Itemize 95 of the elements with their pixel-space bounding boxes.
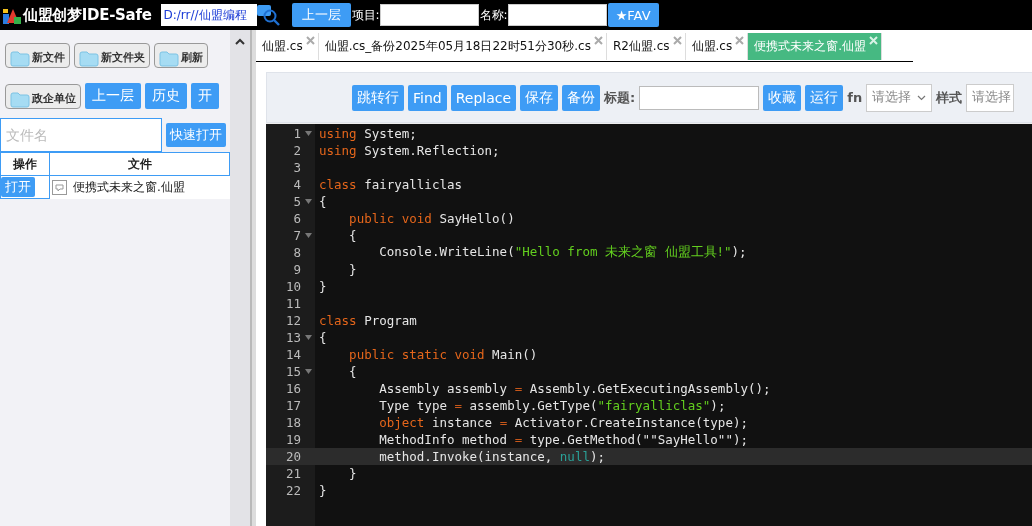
- code-line: Type type = assembly.GetType("fairyalliclas");: [378, 398, 726, 413]
- line-number: 10: [285, 279, 301, 294]
- toolbar-button[interactable]: 跳转行: [352, 84, 404, 111]
- close-icon[interactable]: [305, 36, 315, 45]
- toolbar-button[interactable]: 备份: [562, 84, 601, 111]
- project-label: 项目:: [351, 6, 380, 24]
- toolbar-button[interactable]: 运行: [805, 84, 844, 111]
- code-line: class Program: [319, 313, 417, 328]
- code-line: using System;: [319, 126, 417, 141]
- favorite-button[interactable]: ★FAV: [607, 3, 659, 27]
- folder-button[interactable]: 刷新: [154, 42, 208, 68]
- fold-arrow-icon[interactable]: [304, 199, 312, 204]
- code-line: }: [319, 483, 327, 498]
- line-number: 1: [293, 126, 301, 141]
- project-field[interactable]: [379, 4, 479, 26]
- code-line: object instance = Activator.CreateInstance(type);: [378, 415, 748, 430]
- line-number: 2: [293, 143, 301, 158]
- file-name[interactable]: 便携式未来之窗.仙盟: [73, 178, 185, 196]
- line-number: 21: [285, 466, 301, 481]
- folder-icon: [10, 50, 30, 67]
- folder-icon: [79, 50, 99, 67]
- line-number: 5: [293, 194, 301, 209]
- select-field[interactable]: 请选择: [866, 83, 933, 112]
- select-field[interactable]: 请选择: [966, 83, 1015, 112]
- code-line: public static void Main(): [348, 347, 538, 362]
- nav-button[interactable]: 上一层: [85, 83, 141, 109]
- fold-arrow-icon[interactable]: [304, 335, 312, 340]
- line-number: 14: [285, 347, 301, 362]
- code-line: method.Invoke(instance, null);: [378, 449, 605, 464]
- code-line: {: [319, 330, 327, 345]
- quick-open-button[interactable]: 快速打开: [166, 123, 226, 147]
- code-line: {: [348, 228, 357, 243]
- field-label: 标题:: [604, 88, 636, 107]
- toolbar-button[interactable]: Replace: [450, 84, 517, 111]
- fold-arrow-icon[interactable]: [304, 233, 312, 238]
- line-number: 22: [285, 483, 301, 498]
- fold-arrow-icon[interactable]: [304, 131, 312, 136]
- line-number: 15: [285, 364, 301, 379]
- line-number: 9: [293, 262, 301, 277]
- toolbar-button[interactable]: 保存: [520, 84, 559, 111]
- code-line: Console.WriteLine("Hello from 未来之窗 仙盟工具!");: [378, 244, 747, 261]
- code-line: }: [319, 279, 327, 294]
- open-button[interactable]: 打开: [1, 177, 35, 197]
- nav-button[interactable]: 开: [191, 83, 219, 109]
- file-icon: [52, 179, 67, 195]
- line-number: 16: [285, 381, 301, 396]
- line-number: 7: [293, 228, 301, 243]
- line-number: 20: [285, 449, 301, 464]
- code-line: {: [348, 364, 357, 379]
- code-line: }: [348, 466, 357, 481]
- code-line: Assembly assembly = Assembly.GetExecutingAssembly();: [378, 381, 771, 396]
- line-number: 17: [285, 398, 301, 413]
- code-line: using System.Reflection;: [319, 143, 500, 158]
- file-name-field[interactable]: 文件名: [0, 118, 162, 152]
- field-label: fn: [847, 90, 863, 105]
- close-icon[interactable]: [593, 36, 603, 45]
- code-line: class fairyalliclas: [319, 177, 462, 192]
- code-editor[interactable]: [266, 123, 1032, 526]
- line-number: 6: [293, 211, 301, 226]
- line-number: 13: [285, 330, 301, 345]
- line-number: 12: [285, 313, 301, 328]
- folder-icon: [10, 91, 30, 108]
- line-number: 3: [293, 160, 301, 175]
- code-line: }: [348, 262, 357, 277]
- chevron-down-icon: [917, 94, 927, 101]
- fold-arrow-icon[interactable]: [304, 369, 312, 374]
- close-icon[interactable]: [672, 36, 682, 45]
- app-title: 仙盟创梦IDE-Safe: [23, 5, 152, 25]
- file-tab[interactable]: 便携式未来之窗.仙盟: [748, 33, 883, 60]
- scroll-up-icon[interactable]: [235, 38, 245, 45]
- code-line: MethodInfo method = type.GetMethod(""SayHello"");: [378, 432, 748, 447]
- line-number: 18: [285, 415, 301, 430]
- code-line: public void SayHello(): [348, 211, 515, 226]
- field-label: 样式: [936, 88, 963, 107]
- toolbar-button[interactable]: Find: [408, 84, 447, 111]
- line-number: 19: [285, 432, 301, 447]
- column-header: 操作: [0, 152, 50, 176]
- line-number: 8: [293, 245, 301, 260]
- nav-button[interactable]: 历史: [145, 83, 187, 109]
- path-field[interactable]: D:/rr//仙盟编程: [160, 4, 257, 26]
- up-level-button[interactable]: 上一层: [291, 3, 351, 27]
- column-header: 文件: [49, 152, 230, 176]
- folder-button[interactable]: 政企单位: [5, 83, 81, 109]
- line-number: 4: [293, 177, 301, 192]
- close-icon[interactable]: [735, 36, 745, 45]
- title-field[interactable]: [639, 85, 760, 110]
- folder-icon: [159, 50, 179, 67]
- folder-button[interactable]: 新文件: [5, 42, 70, 68]
- code-line: {: [319, 194, 327, 209]
- search-icon[interactable]: [256, 4, 281, 26]
- name-label: 名称:: [479, 6, 508, 24]
- toolbar-button[interactable]: 收藏: [763, 84, 802, 111]
- line-number: 11: [285, 296, 301, 311]
- name-field[interactable]: [507, 4, 607, 26]
- folder-button[interactable]: 新文件夹: [74, 42, 150, 68]
